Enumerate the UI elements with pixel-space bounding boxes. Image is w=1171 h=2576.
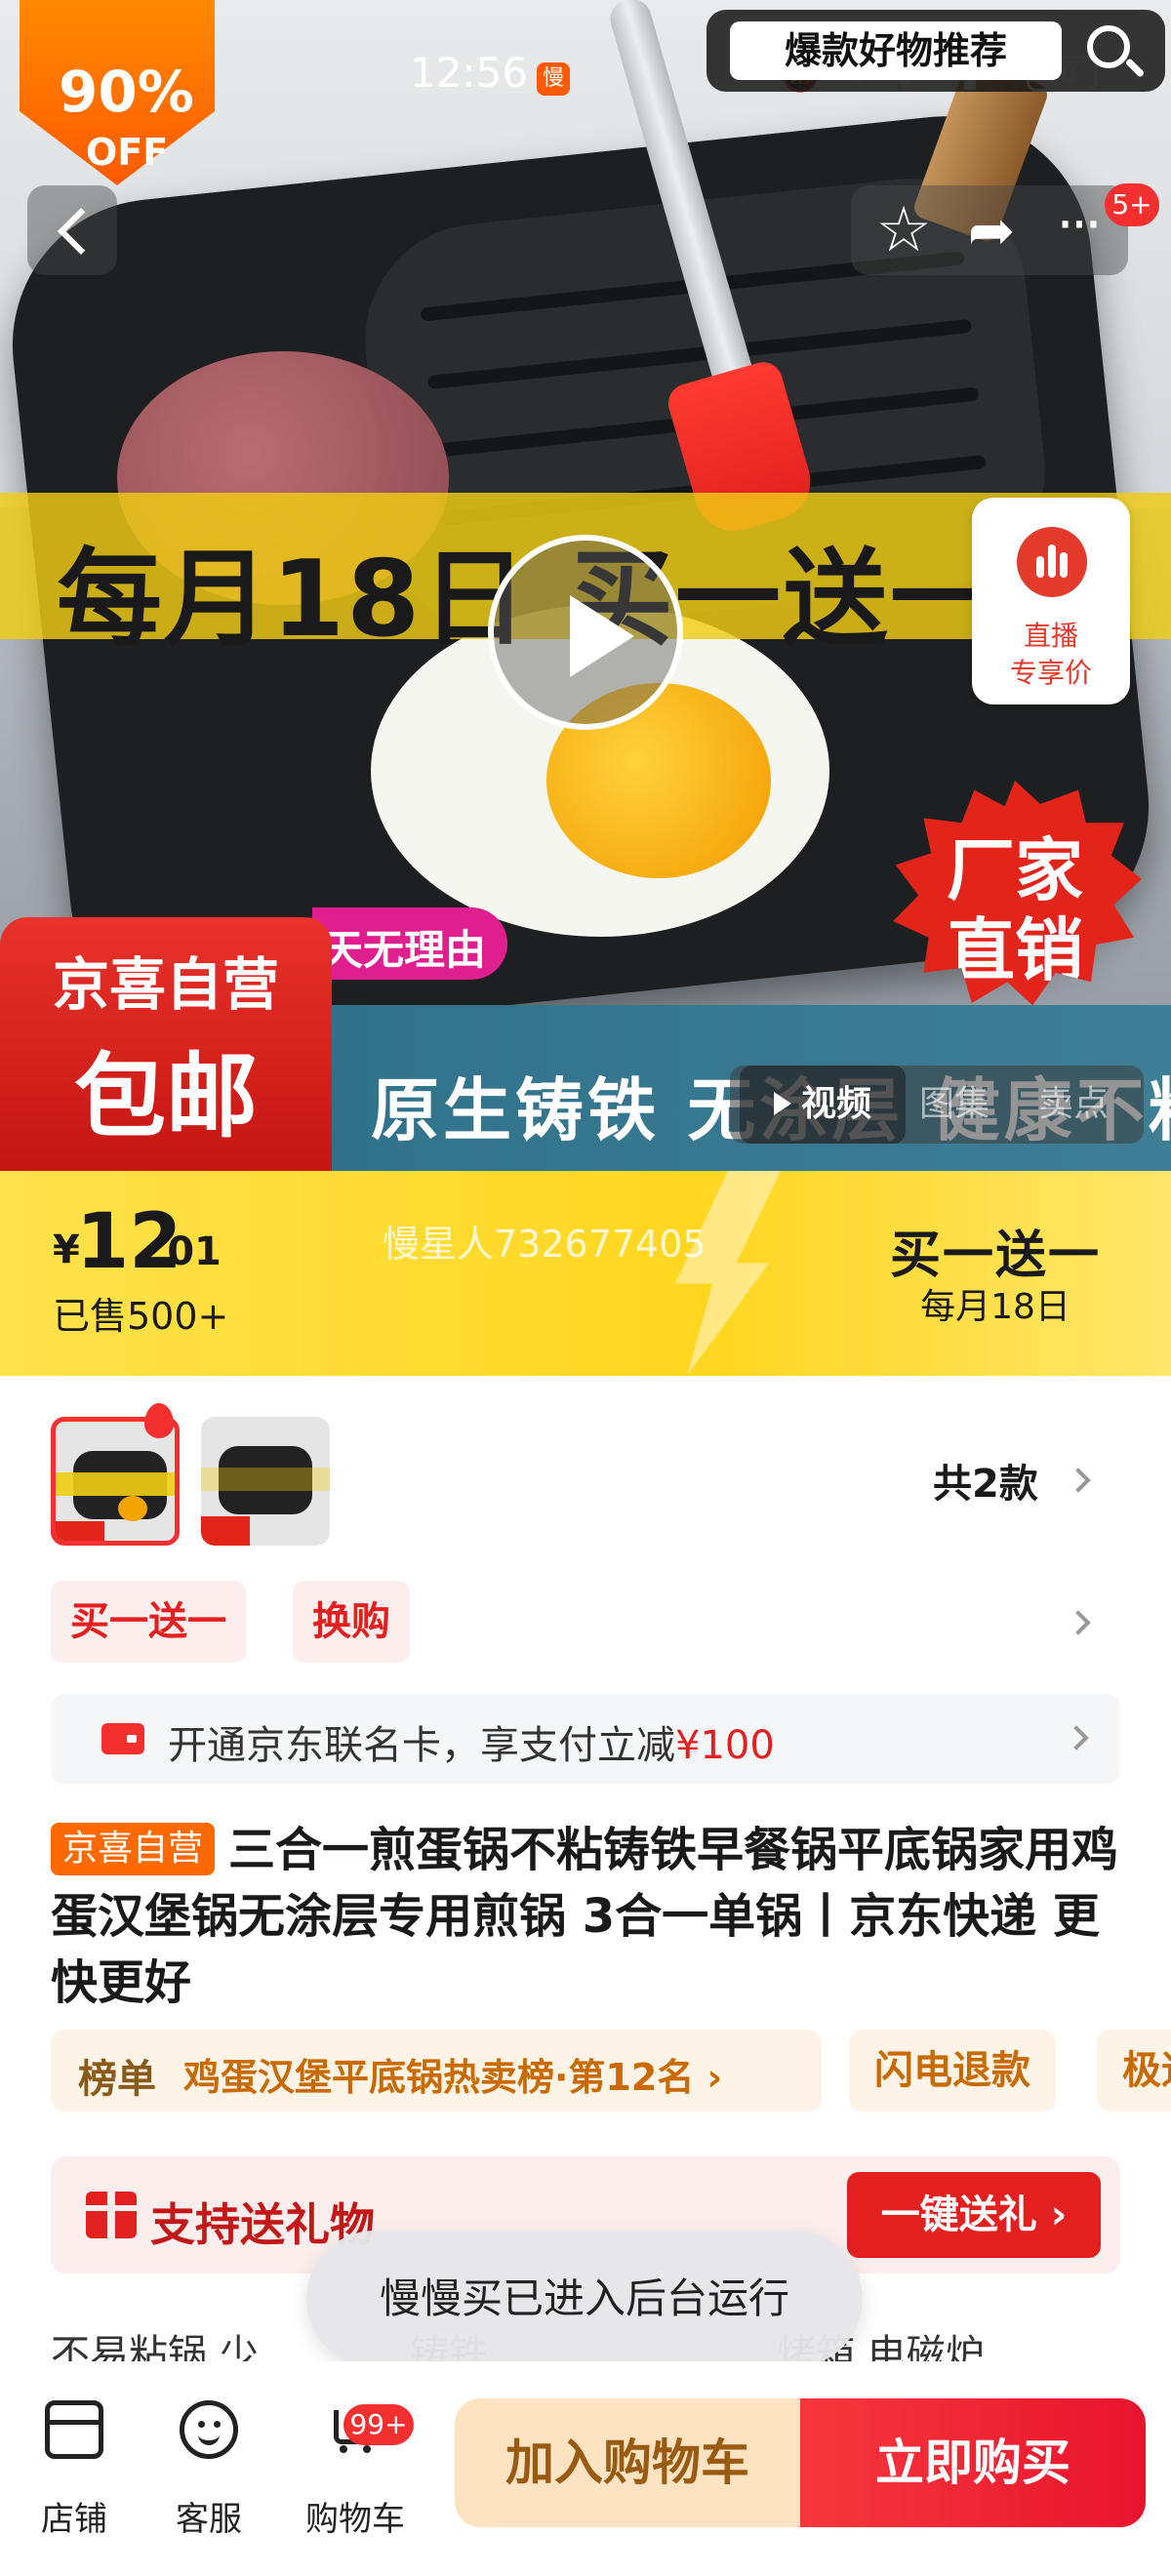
store-tag: 京喜自营 [51,1823,216,1875]
product-detail-page: 每月18日 买一送一 原生铸铁 无涂层 健康不粘 90% OFF 天无理由 京喜… [0,0,1171,2576]
status-time: 12:56 [410,49,529,97]
buy-now-button[interactable]: 立即购买 [800,2398,1146,2527]
live-price-label: 专享价 [1009,657,1092,689]
product-info: 共2款 买一送一 换购 开通京东联名卡，享支付立减¥100 京喜自营 三合一煎蛋锅… [0,1376,1171,2293]
lightning-decoration [675,1171,781,1376]
tab-gallery[interactable]: 图集 [919,1066,989,1144]
bottom-action-bar: 店铺 客服 购物车 99+ 加入购物车 立即购买 [0,2361,1171,2576]
variant-thumbnail-band [201,1468,330,1491]
app-notification-icon: 慢 [537,62,570,96]
header-actions: ☆ ➦ ··· [851,185,1128,275]
variant-thumbnail-band [56,1472,175,1496]
cart-count-badge: 99+ [343,2404,414,2445]
store-label: 店铺 [41,2500,107,2539]
return-policy-text: 天无理由 [322,926,487,974]
watermark-text: 慢星人73267740​5 [383,1223,707,1266]
credit-card-offer[interactable]: 开通京东联名卡，享支付立减¥100 [51,1694,1120,1784]
chevron-right-icon[interactable] [1066,1468,1091,1493]
chevron-right-icon[interactable] [1064,1725,1089,1751]
chevron-right-icon[interactable] [1066,1610,1091,1635]
add-to-cart-button[interactable]: 加入购物车 [455,2398,800,2527]
toast-message: 慢慢买已进入后台运行 [306,2231,863,2367]
live-price-card[interactable]: 直播 专享价 [972,498,1130,704]
return-policy-tag: 天无理由 [312,907,507,980]
store-stamp: 京喜自营 包邮 [0,917,332,1171]
ranking-label: 榜单 [78,2057,156,2102]
cart-label: 购物车 [305,2500,405,2539]
card-offer-label: 开通京东联名卡，享支付立减 [168,1723,675,1768]
tab-selling-points[interactable]: 卖点 [1038,1066,1109,1144]
tab-video[interactable]: 视频 [740,1066,906,1144]
promo-title: 买一送一 [889,1227,1101,1285]
store-stamp-name: 京喜自营 [52,951,279,1018]
live-icon [1017,527,1087,597]
product-title: 京喜自营 三合一煎蛋锅不粘铸铁早餐锅平底锅家用鸡蛋汉堡锅无涂层专用煎锅 3合一单锅… [51,1817,1124,2016]
ranking-badge[interactable]: 榜单 鸡蛋汉堡平底锅热卖榜·第12名 › [51,2030,822,2112]
card-offer-text: 开通京东联名卡，享支付立减¥100 [168,1713,775,1770]
variant-thumbnail-tag [56,1521,104,1541]
favorite-star-icon[interactable]: ☆ [868,195,939,265]
spec-item: 不易粘锅 少 [51,2332,259,2361]
variants-count[interactable]: 共2款 [933,1452,1038,1509]
price-banner: ¥ 12 .01 已售500+ 慢星人73267740​5 买一送一 每月18日 [0,1171,1171,1376]
share-icon[interactable]: ➦ [956,195,1027,265]
gift-icon [86,2192,137,2238]
service-badge[interactable]: 闪电退款 [849,2030,1056,2112]
customer-service-icon [180,2400,238,2459]
variant-thumbnail[interactable] [201,1417,330,1546]
variant-thumbnail-tag [201,1516,250,1546]
hot-fire-icon [144,1403,174,1438]
store-icon [45,2400,103,2459]
send-gift-button[interactable]: 一键送礼 › [847,2172,1101,2258]
customer-service-label: 客服 [176,2500,242,2539]
card-offer-amount: ¥100 [675,1723,775,1768]
store-stamp-shipping: 包邮 [73,1044,258,1150]
ranking-value: 鸡蛋汉堡平底锅热卖榜·第12名 › [183,2056,723,2099]
variant-thumbnail-yolk [118,1496,147,1521]
promo-chip[interactable]: 换购 [293,1581,410,1663]
promo-chip[interactable]: 买一送一 [51,1581,246,1663]
promo-date: 每月18日 [920,1287,1070,1327]
live-label: 直播 [1023,620,1078,652]
more-options-icon[interactable]: ··· [1042,195,1112,265]
store-button[interactable]: 店铺 [16,2400,133,2547]
media-tabs: 视频 图集 卖点 [730,1066,1144,1144]
play-video-button[interactable] [488,535,683,730]
service-badge[interactable]: 极速 [1097,2030,1171,2112]
price-decimal: .01 [152,1229,222,1274]
search-bar[interactable]: 爆款好物推荐 [707,10,1165,92]
search-suggestion[interactable]: 爆款好物推荐 [730,21,1062,80]
credit-card-icon [101,1723,144,1754]
sold-count: 已售500+ [53,1295,229,1338]
discount-off-text: OFF [86,131,169,174]
customer-service-button[interactable]: 客服 [150,2400,267,2547]
notification-badge: 5+ [1105,183,1159,226]
product-hero-image[interactable]: 每月18日 买一送一 原生铸铁 无涂层 健康不粘 90% OFF 天无理由 京喜… [0,0,1171,1171]
back-button[interactable] [27,185,117,275]
search-icon[interactable] [1087,25,1130,68]
